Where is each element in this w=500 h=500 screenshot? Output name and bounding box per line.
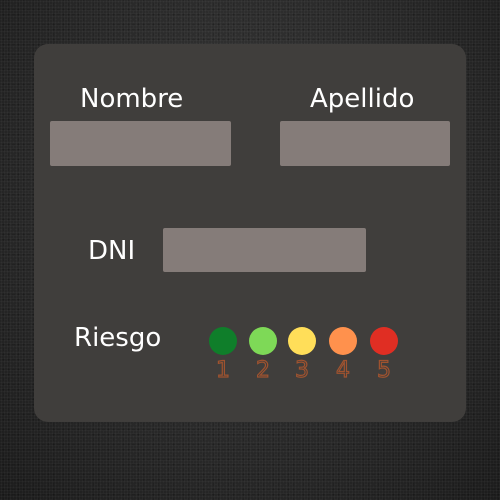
nombre-input[interactable] bbox=[50, 121, 231, 166]
risk-number-5: 5 bbox=[376, 358, 391, 383]
risk-dot-5[interactable] bbox=[370, 327, 398, 355]
risk-dot-3[interactable] bbox=[288, 327, 316, 355]
dni-label: DNI bbox=[88, 236, 136, 266]
risk-number-3: 3 bbox=[294, 358, 309, 383]
nombre-label: Nombre bbox=[80, 84, 184, 114]
apellido-input[interactable] bbox=[280, 121, 450, 166]
dni-input[interactable] bbox=[163, 228, 366, 272]
apellido-label: Apellido bbox=[310, 84, 415, 114]
risk-number-4: 4 bbox=[335, 358, 350, 383]
riesgo-label: Riesgo bbox=[74, 323, 162, 353]
risk-number-2: 2 bbox=[255, 358, 270, 383]
risk-number-1: 1 bbox=[215, 358, 230, 383]
risk-dot-2[interactable] bbox=[249, 327, 277, 355]
risk-dot-1[interactable] bbox=[209, 327, 237, 355]
form-card: Nombre Apellido DNI Riesgo 1 2 3 4 5 bbox=[34, 44, 466, 422]
risk-dot-4[interactable] bbox=[329, 327, 357, 355]
